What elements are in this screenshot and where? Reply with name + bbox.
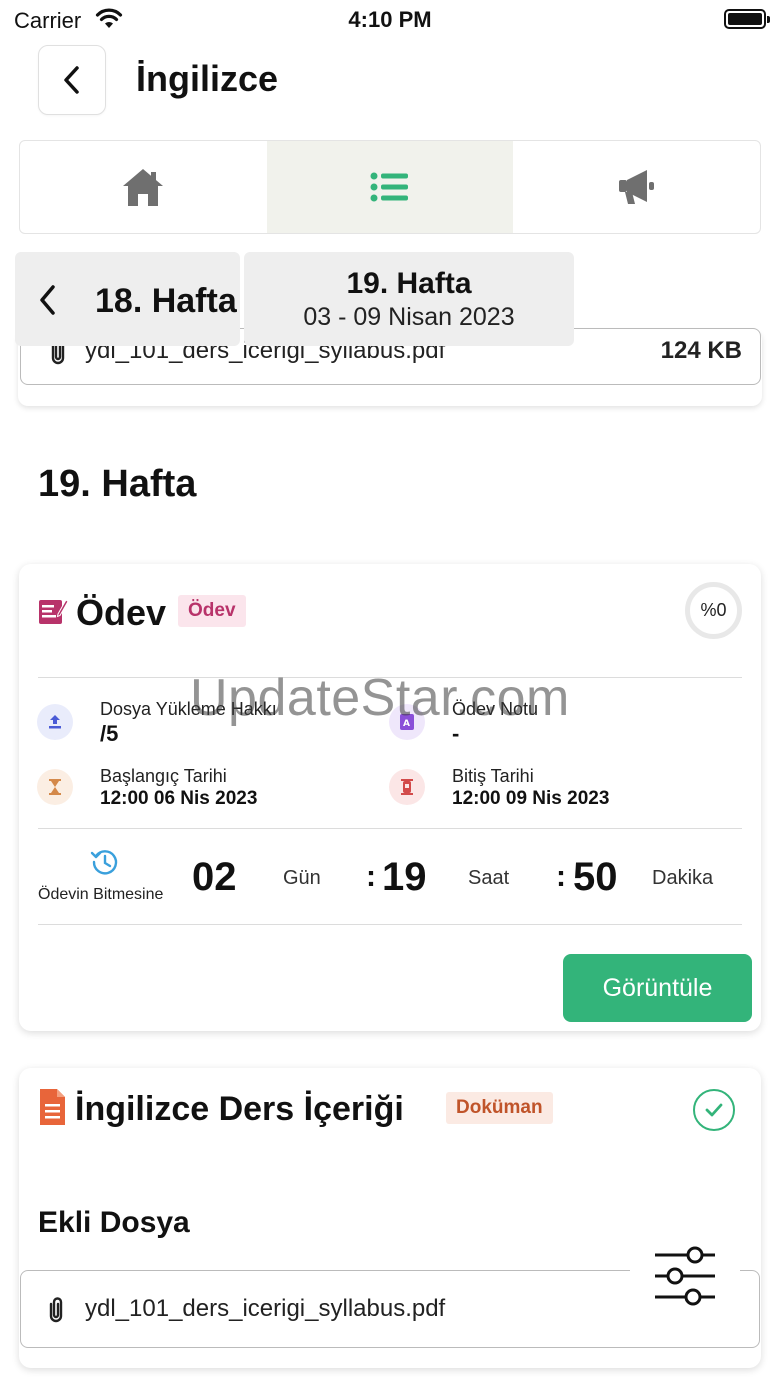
tab-content-list[interactable] [266, 141, 514, 233]
course-tab-bar [19, 140, 761, 234]
upload-icon [37, 704, 73, 740]
watermark: UpdateStar.com [190, 669, 570, 727]
history-clock-icon [90, 850, 118, 875]
status-bar: Carrier 4:10 PM [0, 0, 780, 40]
current-week-label: 19. Hafta [346, 267, 472, 300]
end-time-icon [389, 769, 425, 805]
countdown-separator: : [556, 860, 566, 893]
countdown-separator: : [366, 860, 376, 893]
home-icon [123, 169, 164, 206]
paperclip-icon [49, 1297, 63, 1323]
list-icon [370, 172, 408, 202]
countdown-label: Ödevin Bitmesine [38, 886, 164, 903]
countdown-hours: 19 [382, 855, 427, 899]
battery-icon [724, 9, 770, 29]
chevron-left-icon [64, 66, 79, 94]
document-card: İngilizce Ders İçeriği Doküman Ekli Dosy… [19, 1068, 761, 1368]
progress-indicator: %0 [685, 582, 742, 639]
previous-week-label: 18. Hafta [95, 282, 237, 320]
homework-card: Ödev Ödev %0 Dosya Yükleme Hakkı /5 A Öd… [19, 564, 761, 1031]
tab-announcements[interactable] [513, 141, 760, 233]
divider [38, 828, 742, 829]
document-icon [40, 1089, 65, 1125]
back-button[interactable] [38, 45, 106, 115]
document-title: İngilizce Ders İçeriği [75, 1090, 404, 1128]
previous-week-button[interactable]: 18. Hafta [15, 252, 240, 346]
document-type-badge: Doküman [446, 1092, 553, 1124]
countdown-days: 02 [192, 855, 237, 899]
homework-icon [39, 599, 68, 624]
homework-title: Ödev [76, 592, 167, 633]
attachments-title: Ekli Dosya [38, 1206, 190, 1239]
filter-button[interactable] [630, 1233, 740, 1319]
previous-attachment-size: 124 KB [660, 337, 742, 364]
week-section-title: 19. Hafta [38, 463, 197, 505]
current-week-range: 03 - 09 Nisan 2023 [303, 303, 515, 331]
clock-time: 4:10 PM [348, 7, 432, 32]
sliders-icon [655, 1246, 715, 1306]
chevron-left-icon [40, 285, 55, 315]
upload-right-value: /5 [100, 721, 119, 746]
start-date-value: 12:00 06 Nis 2023 [100, 788, 258, 809]
tab-home[interactable] [20, 141, 267, 233]
countdown-hours-unit: Saat [468, 867, 510, 889]
page-title: İngilizce [136, 58, 279, 99]
megaphone-icon [618, 170, 654, 204]
divider [38, 924, 742, 925]
end-date-value: 12:00 09 Nis 2023 [452, 788, 610, 809]
start-date-label: Başlangıç Tarihi [100, 766, 227, 786]
countdown-days-unit: Gün [283, 867, 321, 889]
current-week-button[interactable]: 19. Hafta 03 - 09 Nisan 2023 [244, 252, 574, 346]
hourglass-icon [37, 769, 73, 805]
homework-type-badge: Ödev [178, 595, 246, 627]
view-button[interactable]: Görüntüle [563, 954, 752, 1022]
countdown-minutes: 50 [573, 855, 618, 899]
attachment-name: ydl_101_ders_icerigi_syllabus.pdf [85, 1295, 446, 1322]
end-date-label: Bitiş Tarihi [452, 766, 534, 786]
countdown-minutes-unit: Dakika [652, 867, 714, 889]
completed-check-icon [693, 1089, 735, 1131]
